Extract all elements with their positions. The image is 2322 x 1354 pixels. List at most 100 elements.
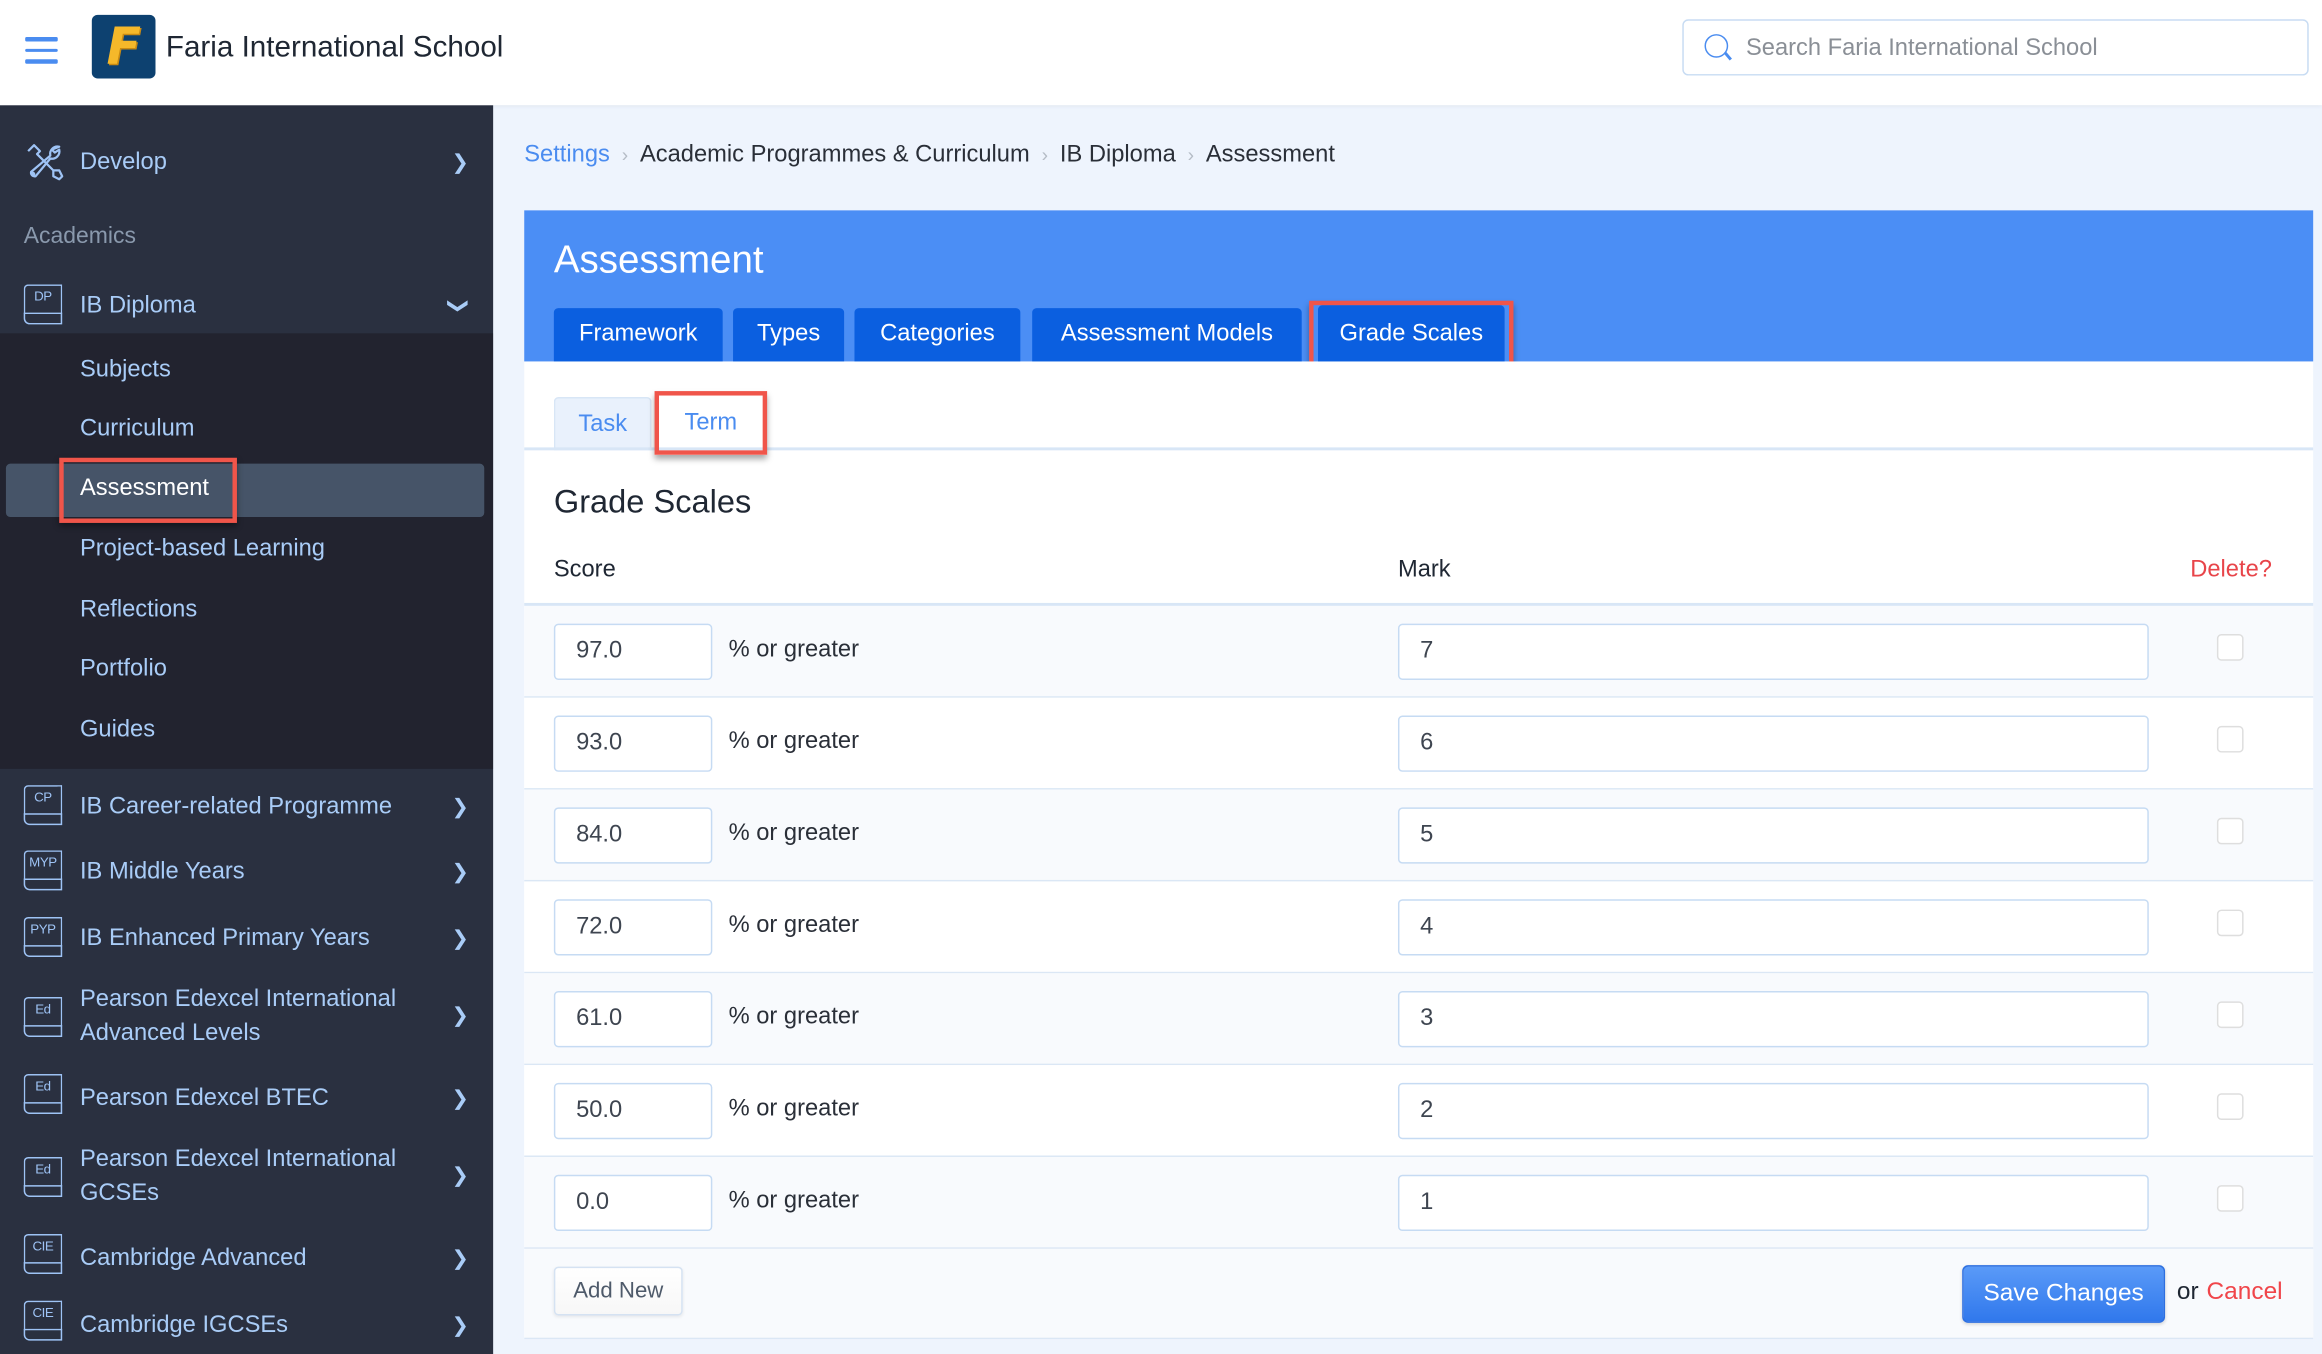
score-input[interactable] xyxy=(553,623,713,680)
chevron-right-icon: ❯ xyxy=(451,1002,470,1027)
sidebar-item-develop[interactable]: Develop ❯ xyxy=(0,144,493,181)
submenu-item-curriculum[interactable]: Curriculum xyxy=(80,416,195,443)
grade-scale-row: % or greater xyxy=(524,881,2314,974)
submenu-item-portfolio[interactable]: Portfolio xyxy=(80,656,167,683)
score-input[interactable] xyxy=(553,807,713,864)
sidebar-item-label: Cambridge Advanced xyxy=(79,1245,307,1271)
delete-checkbox[interactable] xyxy=(2216,909,2244,937)
score-suffix: % or greater xyxy=(728,820,859,846)
grade-scale-row: % or greater xyxy=(524,697,2314,790)
breadcrumb-assessment: Assessment xyxy=(1205,142,1335,168)
delete-checkbox[interactable] xyxy=(2216,1001,2244,1029)
breadcrumb-ib-diploma[interactable]: IB Diploma xyxy=(1060,142,1176,167)
score-suffix: % or greater xyxy=(728,1004,859,1030)
breadcrumb-separator-icon: › xyxy=(1041,143,1049,166)
sidebar-item-cambridge-igcse[interactable]: CIE Cambridge IGCSEs ❯ xyxy=(0,1300,493,1343)
tab-grade-scales[interactable]: Grade Scales xyxy=(1318,305,1505,365)
save-changes-button[interactable]: Save Changes xyxy=(1962,1265,2166,1323)
mark-input[interactable] xyxy=(1397,623,2149,680)
mark-input[interactable] xyxy=(1397,991,2149,1048)
sidebar-item-label: IB Diploma xyxy=(79,292,196,318)
breadcrumb-separator-icon: › xyxy=(1187,143,1195,166)
score-input[interactable] xyxy=(553,1082,713,1140)
grade-scale-row: % or greater xyxy=(524,605,2314,698)
mark-input[interactable] xyxy=(1397,807,2149,864)
book-cie-icon: CIE xyxy=(23,1300,63,1341)
section-title: Grade Scales xyxy=(553,482,752,520)
delete-checkbox[interactable] xyxy=(2216,817,2244,845)
delete-checkbox[interactable] xyxy=(2216,725,2244,753)
menu-icon[interactable] xyxy=(25,37,58,64)
grade-scale-row: % or greater xyxy=(524,1156,2314,1249)
column-header-score: Score xyxy=(553,557,616,583)
mark-input[interactable] xyxy=(1397,715,2149,772)
tab-categories[interactable]: Categories xyxy=(854,308,1021,362)
breadcrumb-academic-programmes[interactable]: Academic Programmes & Curriculum xyxy=(640,142,1030,167)
score-input[interactable] xyxy=(553,715,713,772)
score-input[interactable] xyxy=(553,1174,713,1232)
form-footer: Add New Save Changes or Cancel xyxy=(524,1248,2314,1340)
school-logo[interactable]: F xyxy=(91,14,156,79)
breadcrumb: Settings › Academic Programmes & Curriculu… xyxy=(524,142,1335,169)
search-box[interactable] xyxy=(1682,19,2309,76)
breadcrumb-settings[interactable]: Settings xyxy=(524,142,610,167)
top-bar: F Faria International School xyxy=(0,0,2322,106)
delete-checkbox[interactable] xyxy=(2216,634,2244,661)
subtab-task[interactable]: Task xyxy=(553,397,652,451)
column-header-mark: Mark xyxy=(1397,557,1451,583)
school-name[interactable]: Faria International School xyxy=(166,31,504,65)
grade-scale-row: % or greater xyxy=(524,1065,2314,1157)
delete-checkbox[interactable] xyxy=(2216,1093,2244,1120)
sidebar-item-pearson-ial[interactable]: Ed Pearson Edexcel International Advance… xyxy=(0,982,493,1053)
submenu-item-project-based-learning[interactable]: Project-based Learning xyxy=(80,536,325,563)
book-cp-icon: CP xyxy=(23,785,63,826)
ib-diploma-submenu: Subjects Curriculum Assessment Project-b… xyxy=(0,333,494,769)
delete-checkbox[interactable] xyxy=(2216,1185,2244,1212)
score-suffix: % or greater xyxy=(728,912,859,938)
search-input[interactable] xyxy=(1743,29,2297,69)
submenu-item-guides[interactable]: Guides xyxy=(80,717,155,744)
grade-scale-row: % or greater xyxy=(524,789,2314,882)
sidebar-item-ib-enhanced-primary[interactable]: PYP IB Enhanced Primary Years ❯ xyxy=(0,916,493,957)
sidebar-item-label: Cambridge IGCSEs xyxy=(79,1311,289,1337)
sidebar-item-pearson-btec[interactable]: Ed Pearson Edexcel BTEC ❯ xyxy=(0,1074,493,1116)
score-input[interactable] xyxy=(553,991,713,1048)
sidebar-item-label: Develop xyxy=(79,148,167,175)
subtab-term[interactable]: Term xyxy=(663,397,759,449)
score-suffix: % or greater xyxy=(728,728,859,755)
score-input[interactable] xyxy=(553,899,713,956)
submenu-item-subjects[interactable]: Subjects xyxy=(80,357,171,384)
or-text: or xyxy=(2176,1278,2199,1306)
book-ed-icon: Ed xyxy=(23,1156,63,1197)
sidebar-item-ib-middle-years[interactable]: MYP IB Middle Years ❯ xyxy=(0,850,493,891)
sidebar-item-label: Pearson Edexcel International Advanced L… xyxy=(79,986,397,1046)
sidebar-item-label: IB Middle Years xyxy=(79,858,245,884)
chevron-right-icon: ❯ xyxy=(451,858,470,883)
sidebar-item-ib-diploma[interactable]: DP IB Diploma ❯ xyxy=(0,284,493,325)
mark-input[interactable] xyxy=(1397,1174,2149,1232)
grade-scale-row: % or greater xyxy=(524,973,2314,1066)
tab-assessment-models[interactable]: Assessment Models xyxy=(1032,308,1302,362)
chevron-right-icon: ❯ xyxy=(451,1311,470,1336)
tab-types[interactable]: Types xyxy=(733,308,845,362)
sidebar-item-ib-career-related[interactable]: CP IB Career-related Programme ❯ xyxy=(0,785,493,826)
cancel-link[interactable]: Cancel xyxy=(2207,1278,2283,1306)
tab-framework[interactable]: Framework xyxy=(553,308,723,362)
mark-input[interactable] xyxy=(1397,1082,2149,1140)
logo-letter: F xyxy=(106,17,141,77)
sidebar-item-label: IB Enhanced Primary Years xyxy=(79,925,370,951)
mark-input[interactable] xyxy=(1397,899,2149,956)
submenu-item-reflections[interactable]: Reflections xyxy=(80,597,197,624)
app: F Faria International School Develop ❯ A… xyxy=(0,0,2322,1354)
add-new-button[interactable]: Add New xyxy=(553,1266,683,1316)
chevron-right-icon: ❯ xyxy=(451,1085,470,1109)
score-suffix: % or greater xyxy=(728,637,859,663)
page-title: Assessment xyxy=(553,237,764,282)
sidebar-item-cambridge-advanced[interactable]: CIE Cambridge Advanced ❯ xyxy=(0,1234,493,1276)
sidebar-item-label: Pearson Edexcel BTEC xyxy=(79,1085,329,1111)
book-myp-icon: MYP xyxy=(23,850,63,891)
book-dp-icon: DP xyxy=(23,284,63,325)
sidebar-item-pearson-igcse[interactable]: Ed Pearson Edexcel International GCSEs ❯ xyxy=(0,1142,493,1213)
submenu-item-label: Assessment xyxy=(79,475,210,501)
sidebar-item-label: Pearson Edexcel International GCSEs xyxy=(79,1146,397,1206)
